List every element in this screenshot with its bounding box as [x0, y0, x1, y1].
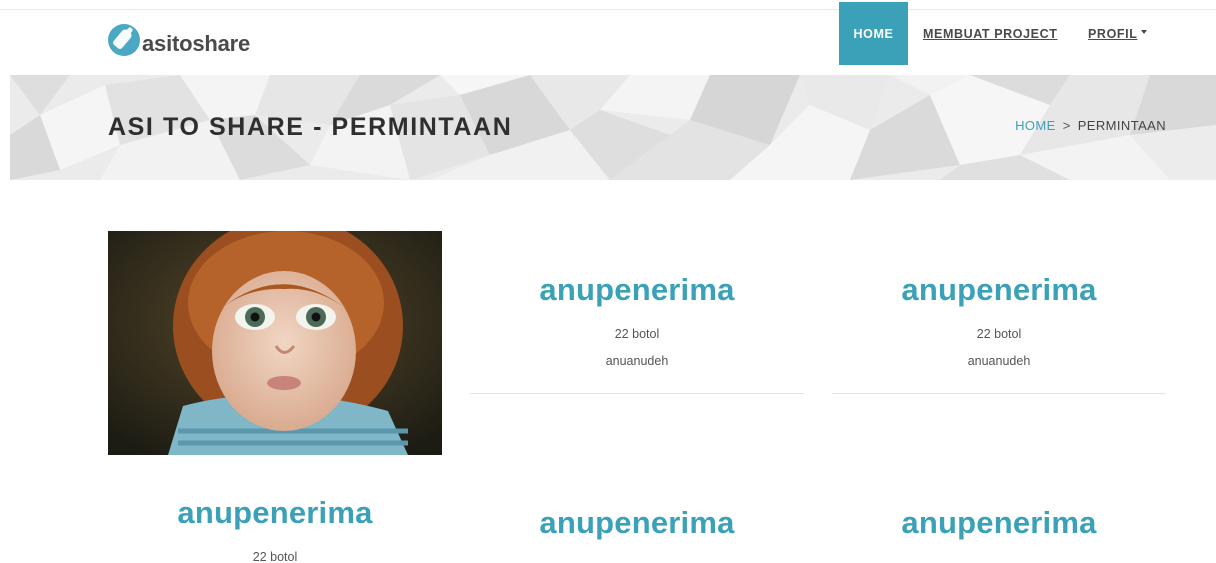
bottle-icon	[108, 24, 140, 56]
card-description: anuanudeh	[967, 354, 1031, 368]
logo-text: asitoshare	[142, 31, 251, 56]
breadcrumb-current: PERMINTAAN	[1077, 118, 1166, 133]
card-title[interactable]: anupenerima	[832, 272, 1166, 308]
card-divider	[832, 393, 1166, 394]
child-photo-image	[108, 231, 442, 455]
card-description: anuanudeh	[605, 354, 669, 368]
card-divider	[470, 393, 804, 394]
nav-membuat-project-link[interactable]: MEMBUAT PROJECT	[923, 2, 1057, 65]
page-banner: ASI TO SHARE - PERMINTAAN HOME > PERMINTAA…	[10, 75, 1216, 180]
nav-profil-label: PROFIL	[1088, 26, 1138, 41]
request-card[interactable]: anupenerima 22 botol anuanudeh	[470, 272, 804, 368]
child-photo[interactable]	[108, 231, 442, 455]
nav-profil-dropdown[interactable]: PROFIL	[1088, 2, 1148, 65]
logo[interactable]: asitoshare	[108, 24, 250, 56]
caret-down-icon	[1141, 29, 1148, 34]
card-quantity: 22 botol	[252, 550, 298, 563]
request-card[interactable]: anupenerima	[832, 505, 1166, 541]
card-title[interactable]: anupenerima	[832, 505, 1166, 541]
page-title: ASI TO SHARE - PERMINTAAN	[108, 113, 513, 141]
breadcrumb-home-link[interactable]: HOME	[1015, 118, 1056, 133]
nav-home-link[interactable]: HOME	[839, 2, 908, 65]
breadcrumb-separator: >	[1062, 118, 1071, 133]
breadcrumb: HOME > PERMINTAAN	[1015, 118, 1166, 133]
request-card[interactable]: anupenerima 22 botol anuanudeh	[832, 272, 1166, 368]
card-quantity: 22 botol	[976, 327, 1022, 341]
card-title[interactable]: anupenerima	[470, 505, 804, 541]
card-title[interactable]: anupenerima	[470, 272, 804, 308]
card-title[interactable]: anupenerima	[108, 495, 442, 531]
card-quantity: 22 botol	[614, 327, 660, 341]
request-card[interactable]: anupenerima	[470, 505, 804, 541]
request-card[interactable]: anupenerima 22 botol	[108, 495, 442, 563]
